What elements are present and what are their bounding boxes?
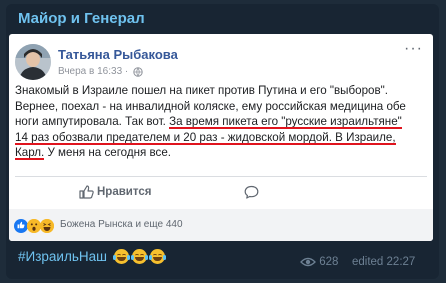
like-button[interactable]: Нравится [79, 185, 151, 199]
facebook-post-screenshot[interactable]: Татьяна Рыбакова Вчера в 16:33 · ··· Зна… [9, 34, 433, 241]
wow-reaction-icon [27, 218, 41, 233]
post-text-line: Карл. У меня на сегодня все. [15, 145, 427, 161]
underlined-text: 14 раз обозвали предателем и 20 раз - жи… [15, 130, 396, 144]
haha-reaction-icon [40, 218, 54, 233]
post-author: Татьяна Рыбакова [58, 47, 178, 62]
reaction-icons [14, 217, 54, 235]
tears-of-joy-emojis [113, 249, 168, 269]
post-actions: Нравится [9, 177, 433, 209]
post-text: Знакомый в Израиле пошел на пикет против… [15, 83, 427, 161]
reactions-text[interactable]: Божена Рынска и еще 440 [60, 219, 183, 230]
comment-button[interactable] [244, 185, 262, 199]
reactions-bar[interactable]: Божена Рынска и еще 440 [9, 209, 433, 241]
channel-title[interactable]: Майор и Генерал [18, 10, 145, 27]
more-dots-icon: ··· [404, 40, 423, 57]
thumbs-up-icon [79, 185, 94, 199]
post-text-segment: ноги ампутировала. Так вот. [15, 115, 170, 129]
post-text-line: Вернее, поехал - на инвалидной коляске, … [15, 99, 406, 113]
underlined-text: За время пикета его "русские израильтяне… [169, 115, 402, 129]
views-counter: 628 [300, 256, 338, 268]
post-meta: Вчера в 16:33 · [58, 66, 143, 77]
hashtag-link[interactable]: #ИзраильНаш [18, 249, 107, 264]
avatar [15, 44, 51, 80]
like-reaction-icon [14, 218, 28, 233]
post-text-segment: У меня на сегодня все. [44, 146, 172, 160]
post-text-line: Знакомый в Израиле пошел на пикет против… [15, 84, 388, 97]
globe-icon [133, 66, 143, 77]
post-text-line: 14 раз обозвали предателем и 20 раз - жи… [15, 130, 427, 146]
tears-of-joy-emoji-icon [131, 249, 148, 264]
tears-of-joy-emoji-icon [113, 249, 130, 264]
underlined-text: Карл. [15, 146, 45, 160]
edited-timestamp: edited 22:27 [352, 256, 416, 268]
post-text-line: ноги ампутировала. Так вот. За время пик… [15, 114, 427, 130]
comment-icon [244, 185, 259, 199]
like-label: Нравится [97, 186, 152, 198]
tears-of-joy-emoji-icon [149, 249, 166, 264]
views-count: 628 [319, 256, 339, 268]
post-timestamp: Вчера в 16:33 · [58, 66, 132, 77]
eye-icon [300, 257, 316, 267]
